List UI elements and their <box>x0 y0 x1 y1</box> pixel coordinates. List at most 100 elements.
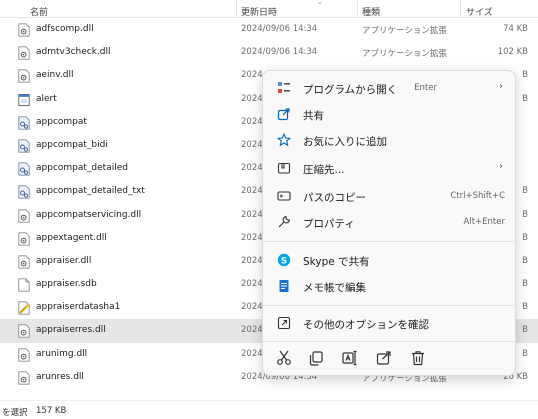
menu-label: プロパティ <box>303 218 355 230</box>
menu-separator <box>263 341 515 342</box>
column-size-header[interactable]: サイズ <box>466 5 493 18</box>
menu-label: プログラムから開く <box>303 84 398 96</box>
menu-item-properties[interactable]: プロパティ Alt+Enter <box>267 209 513 235</box>
menu-label: パスのコピー <box>303 192 366 204</box>
column-date-header[interactable]: 更新日時 <box>241 5 277 18</box>
column-header: 名前 更新日時 ⌄ 種類 サイズ <box>0 0 538 18</box>
file-name: appraiser.sdb <box>36 279 97 290</box>
dll-file-icon <box>18 347 30 362</box>
more-options-icon <box>277 316 291 330</box>
delete-icon[interactable] <box>409 349 427 367</box>
file-size: B <box>522 186 528 197</box>
menu-label: 共有 <box>303 110 324 122</box>
wrench-icon <box>278 215 291 228</box>
copy-path-icon <box>277 191 291 201</box>
file-name: aeinv.dll <box>36 70 74 81</box>
menu-item-skype-share[interactable]: S Skype で共有 <box>267 247 513 273</box>
file-size: 74 KB <box>503 24 528 34</box>
menu-item-copy-path[interactable]: パスのコピー Ctrl+Shift+C <box>267 183 513 209</box>
file-size: B <box>522 325 528 336</box>
file-date: 2024 <box>241 116 263 127</box>
file-name: appraiser.dll <box>36 255 92 266</box>
file-date: 2024 <box>241 279 263 290</box>
file-name: adfscomp.dll <box>36 24 94 34</box>
file-name: appcompat_detailed_txt <box>36 186 145 197</box>
file-size: B <box>522 302 528 313</box>
menu-item-more-options[interactable]: その他のオプションを確認 <box>267 310 513 336</box>
menu-item-favorite[interactable]: お気に入りに追加 <box>267 127 513 153</box>
menu-separator <box>263 241 515 242</box>
file-size: B <box>522 348 528 359</box>
file-size: B <box>522 70 528 81</box>
chevron-right-icon: › <box>499 81 503 92</box>
menu-label: メモ帳で編集 <box>303 282 366 294</box>
skype-icon: S <box>277 253 291 266</box>
column-divider[interactable] <box>357 0 358 18</box>
menu-shortcut: Ctrl+Shift+C <box>450 191 505 201</box>
file-row[interactable]: admtv3check.dll 2024/09/06 14:34 アプリケーション拡… <box>0 41 538 64</box>
dll-file-icon <box>18 208 30 223</box>
file-size: B <box>522 93 528 104</box>
column-type-header[interactable]: 種類 <box>362 5 380 18</box>
file-date: 2024 <box>241 209 263 220</box>
dll-file-icon <box>18 232 30 246</box>
status-selection: を選択 <box>2 408 28 418</box>
file-name: appcompat_detailed <box>36 163 128 174</box>
copy-icon[interactable] <box>307 349 325 367</box>
file-date: 2024 <box>241 163 263 174</box>
file-date: 2024 <box>241 232 263 243</box>
status-bar: を選択 157 KB <box>0 400 538 419</box>
column-divider[interactable] <box>460 0 461 18</box>
menu-label: 圧縮先... <box>303 164 345 176</box>
dll-file-icon <box>18 46 30 60</box>
file-date: 2024 <box>241 325 263 336</box>
file-size: 102 KB <box>497 47 528 58</box>
file-size: B <box>522 255 528 266</box>
file-date: 2024 <box>241 139 263 150</box>
menu-item-compress[interactable]: 圧縮先... › <box>267 155 513 181</box>
file-date: 2024 <box>241 93 263 104</box>
file-name: appextagent.dll <box>36 232 107 243</box>
menu-item-share[interactable]: 共有 <box>267 101 513 127</box>
file-name: appraiserres.dll <box>36 325 106 336</box>
file-date: 2024 <box>241 255 263 266</box>
share-icon <box>277 108 290 121</box>
file-type: アプリケーション拡張 <box>362 49 447 60</box>
file-date: 2024 <box>241 186 263 197</box>
dll-file-icon <box>18 371 30 385</box>
file-name: appraiserdatasha1 <box>36 302 121 313</box>
file-name: arunimg.dll <box>36 348 88 359</box>
file-date: 2024/09/06 14:34 <box>241 24 318 34</box>
system-file-icon <box>18 185 30 199</box>
file-size: B <box>522 232 528 243</box>
star-icon <box>277 133 291 147</box>
status-size: 157 KB <box>36 406 67 416</box>
chevron-right-icon: › <box>499 161 503 172</box>
menu-item-notepad-edit[interactable]: メモ帳で編集 <box>267 273 513 299</box>
system-file-icon <box>18 162 30 176</box>
zip-folder-icon <box>277 162 291 174</box>
rename-icon[interactable] <box>341 349 359 367</box>
file-date: 2024/09/06 14:34 <box>241 47 318 58</box>
cut-icon[interactable] <box>275 349 293 367</box>
system-file-icon <box>18 116 30 130</box>
column-divider[interactable] <box>236 0 237 18</box>
menu-shortcut: Enter <box>414 83 437 93</box>
file-type: アプリケーション拡張 <box>362 26 447 36</box>
file-date: 2024 <box>241 70 263 81</box>
file-name: arunres.dll <box>36 371 84 382</box>
file-name: appcompat <box>36 116 87 127</box>
menu-label: お気に入りに追加 <box>303 136 387 148</box>
file-row[interactable]: adfscomp.dll 2024/09/06 14:34 アプリケーション拡張 74… <box>0 18 538 41</box>
menu-item-open-with[interactable]: プログラムから開く Enter › <box>267 75 513 101</box>
open-with-icon <box>278 82 290 93</box>
file-size: B <box>522 209 528 220</box>
share-icon[interactable] <box>375 349 393 367</box>
blank-file-icon <box>18 278 30 292</box>
sort-caret-icon: ⌄ <box>317 0 323 6</box>
menu-shortcut: Alt+Enter <box>463 217 505 227</box>
column-name-header[interactable]: 名前 <box>30 5 48 18</box>
file-name: appcompat_bidi <box>36 139 108 150</box>
dll-file-icon <box>18 255 30 269</box>
file-date: 2024 <box>241 348 263 359</box>
